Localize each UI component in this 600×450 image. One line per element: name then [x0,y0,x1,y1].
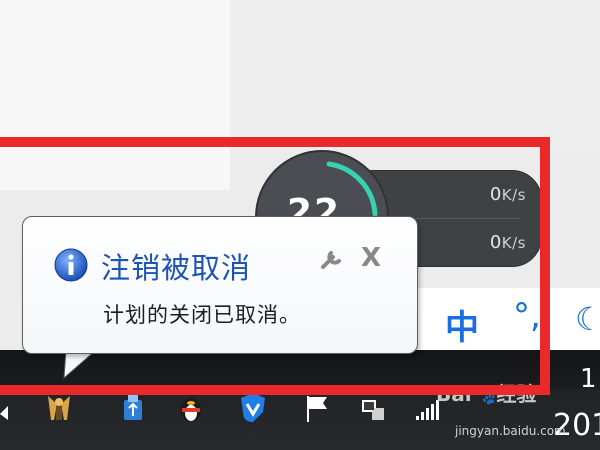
balloon-message: 计划的关闭已取消。 [103,303,301,327]
close-button[interactable]: X [361,243,381,273]
qq-penguin-icon[interactable] [176,390,206,424]
flag-icon[interactable] [302,390,332,424]
usb-drive-icon[interactable] [118,390,148,424]
wings-icon[interactable] [44,390,74,424]
network-icon[interactable] [358,390,388,424]
balloon-title: 注销被取消 [101,251,252,285]
clock-time[interactable]: 1 [580,364,597,394]
wrench-icon[interactable] [319,247,345,273]
window-background-right [230,0,600,150]
info-icon [54,248,88,282]
ime-halfwidth-button[interactable]: ☾ [575,300,600,338]
show-hidden-icons-arrow[interactable] [0,390,14,424]
notification-balloon[interactable]: 注销被取消 X 计划的关闭已取消。 [22,216,418,354]
watermark-url: jingyan.baidu.com [455,424,566,438]
shield-icon[interactable] [238,390,268,424]
balloon-tail [63,350,97,380]
